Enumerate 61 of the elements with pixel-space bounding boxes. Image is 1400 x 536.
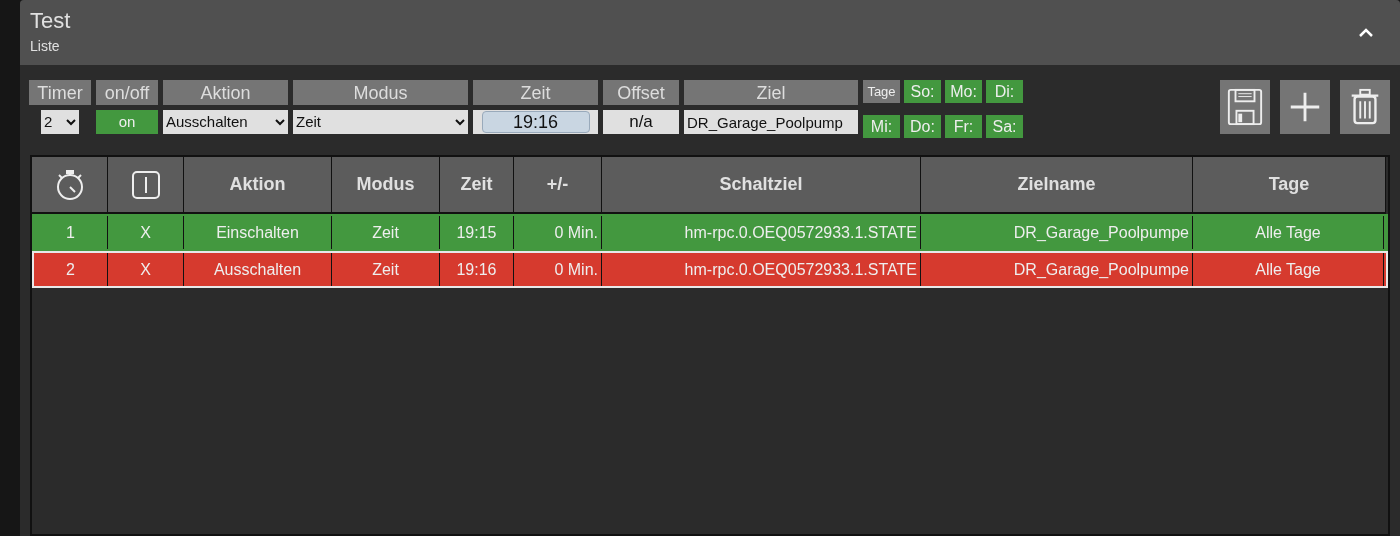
day-toggle[interactable]: Di: <box>986 80 1023 103</box>
field-label: Modus <box>293 80 468 105</box>
table-cell: 19:15 <box>440 216 514 249</box>
day-toggle[interactable]: So: <box>904 80 941 103</box>
column-header: Tage <box>1193 157 1386 214</box>
switch-icon <box>131 170 160 199</box>
field-label: Aktion <box>163 80 288 105</box>
table-cell: Ausschalten <box>184 253 332 286</box>
column-header: Aktion <box>184 157 332 214</box>
table-cell: DR_Garage_Poolpumpe <box>921 216 1193 249</box>
table-cell: 2 <box>34 253 108 286</box>
toggle-button[interactable]: on <box>96 110 158 134</box>
save-button[interactable] <box>1220 80 1270 134</box>
column-header: +/- <box>514 157 602 214</box>
table-cell: Alle Tage <box>1193 253 1384 286</box>
field-label: Ziel <box>684 80 858 105</box>
delete-button[interactable] <box>1340 80 1390 134</box>
field-label: on/off <box>96 80 158 105</box>
dropdown[interactable]: Ausschalten <box>163 110 288 134</box>
caret-icon <box>275 118 285 126</box>
day-toggle[interactable]: Fr: <box>945 115 982 138</box>
column-header: Zeit <box>440 157 514 214</box>
save-icon <box>1226 86 1264 128</box>
caret-icon <box>455 118 465 126</box>
table-cell: hm-rpc.0.OEQ0572933.1.STATE <box>602 216 921 249</box>
dropdown[interactable]: 2 <box>41 110 79 134</box>
day-toggle[interactable]: Sa: <box>986 115 1023 138</box>
table-cell: X <box>108 216 184 249</box>
add-button[interactable] <box>1280 80 1330 134</box>
table-cell: hm-rpc.0.OEQ0572933.1.STATE <box>602 253 921 286</box>
day-toggle[interactable]: Mo: <box>945 80 982 103</box>
column-header: Schaltziel <box>602 157 921 214</box>
day-toggle[interactable]: Mi: <box>863 115 900 138</box>
column-header: Modus <box>332 157 440 214</box>
table-cell: 0 Min. <box>514 216 602 249</box>
table-cell: 19:16 <box>440 253 514 286</box>
table-cell: Einschalten <box>184 216 332 249</box>
day-toggle[interactable]: Do: <box>904 115 941 138</box>
dropdown[interactable]: Zeit <box>293 110 468 134</box>
table-cell: 1 <box>34 216 108 249</box>
text-field[interactable]: DR_Garage_Poolpump <box>684 110 858 134</box>
table-row[interactable]: 2 X Ausschalten Zeit 19:16 0 Min. hm-rpc.0.OEQ0572933.1.STATE DR_Garage_Poolpumpe Alle Tage <box>32 251 1388 288</box>
table-cell: Zeit <box>332 216 440 249</box>
table-cell: Zeit <box>332 253 440 286</box>
stopwatch-icon <box>54 168 85 201</box>
days-label: Tage <box>863 80 900 103</box>
offset-value: n/a <box>603 110 679 134</box>
time-field[interactable]: 19:16 <box>481 111 590 133</box>
panel-title: Test <box>30 10 71 32</box>
table-cell: X <box>108 253 184 286</box>
field-label: Offset <box>603 80 679 105</box>
table-cell: Alle Tage <box>1193 216 1384 249</box>
collapse-icon[interactable] <box>1358 28 1374 38</box>
table-row[interactable]: 1 X Einschalten Zeit 19:15 0 Min. hm-rpc.0.OEQ0572933.1.STATE DR_Garage_Poolpumpe Alle Tage <box>32 214 1388 251</box>
table-cell: 0 Min. <box>514 253 602 286</box>
column-header: Zielname <box>921 157 1193 214</box>
table-cell: DR_Garage_Poolpumpe <box>921 253 1193 286</box>
field-label: Timer <box>29 80 91 105</box>
caret-icon <box>66 118 76 126</box>
field-label: Zeit <box>473 80 598 105</box>
panel-subtitle: Liste <box>30 37 60 56</box>
